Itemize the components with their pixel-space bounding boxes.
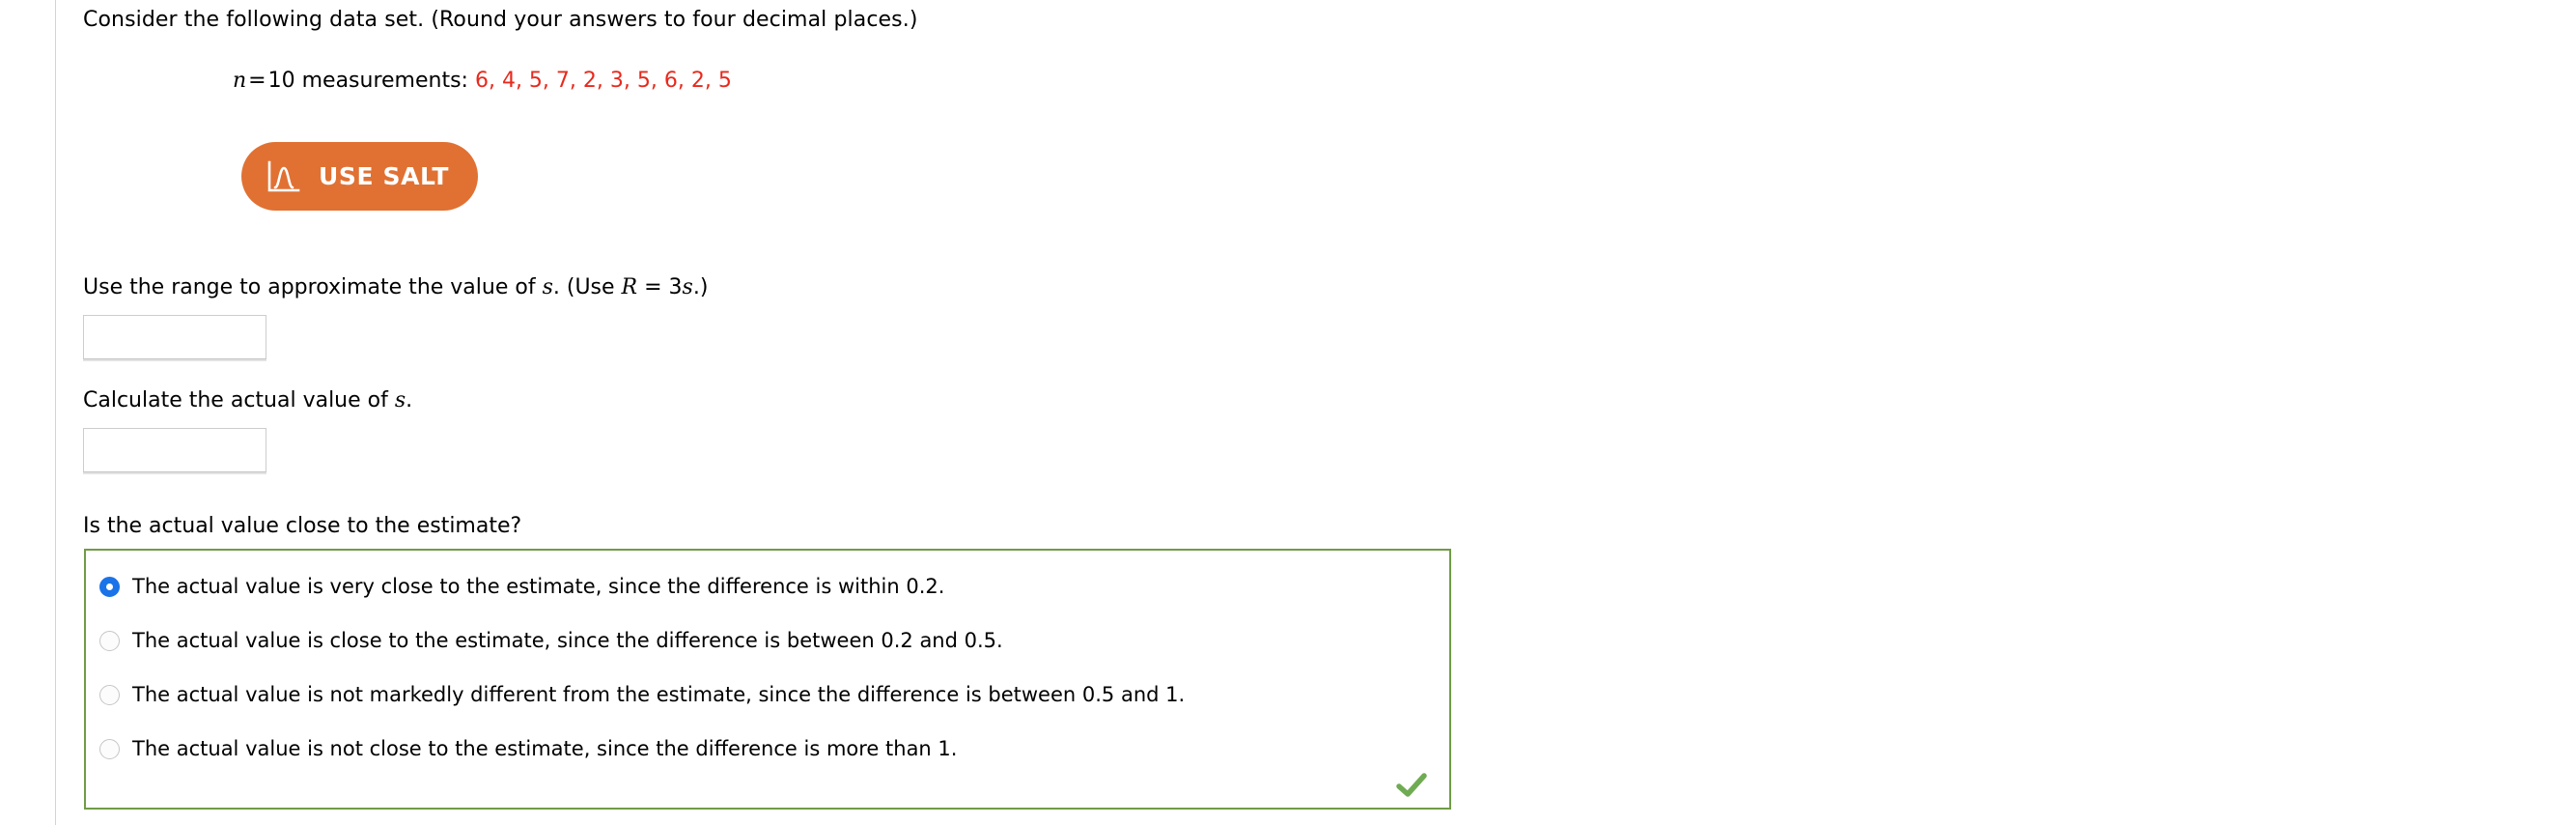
option-row-1[interactable]: The actual value is very close to the es… <box>99 572 944 601</box>
distribution-curve-icon <box>267 160 300 191</box>
option-label-2: The actual value is close to the estimat… <box>132 629 1003 652</box>
data-set-values: 6, 4, 5, 7, 2, 3, 5, 6, 2, 5 <box>474 69 732 93</box>
question-1-mid2: = 3 <box>637 275 683 299</box>
question-1-variable-r: R <box>621 275 638 299</box>
option-row-4[interactable]: The actual value is not close to the est… <box>99 734 957 763</box>
radio-button-3[interactable] <box>99 684 120 705</box>
question-2-variable-s: s <box>394 388 406 412</box>
question-1-label: Use the range to approximate the value o… <box>83 273 708 302</box>
question-2-suffix: . <box>406 388 413 412</box>
question-2-prefix: Calculate the actual value of <box>83 388 395 412</box>
measurements-label: 10 measurements: <box>267 69 468 93</box>
question-1-variable-s2: s <box>682 275 693 299</box>
question-1-variable-s: s <box>542 275 553 299</box>
radio-button-4[interactable] <box>99 738 120 759</box>
measurements-line: n=10 measurements: 6, 4, 5, 7, 2, 3, 5, … <box>233 67 732 96</box>
problem-intro-text: Consider the following data set. (Round … <box>83 8 918 32</box>
question-1-prefix: Use the range to approximate the value o… <box>83 275 543 299</box>
use-salt-button[interactable]: USE SALT <box>241 142 479 211</box>
question-3-label: Is the actual value close to the estimat… <box>83 514 522 538</box>
content-left-divider <box>55 0 56 825</box>
radio-button-2[interactable] <box>99 630 120 651</box>
question-1-suffix: .) <box>692 275 709 299</box>
green-check-icon <box>1396 773 1427 797</box>
sample-size-variable: n <box>233 69 247 93</box>
radio-button-1[interactable] <box>99 576 120 597</box>
equals-sign: = <box>248 69 266 93</box>
answer-input-range-estimate[interactable] <box>83 315 266 359</box>
option-label-1: The actual value is very close to the es… <box>132 575 945 598</box>
question-2-label: Calculate the actual value of s. <box>83 386 412 415</box>
use-salt-label: USE SALT <box>319 162 450 190</box>
option-row-3[interactable]: The actual value is not markedly differe… <box>99 680 1185 709</box>
multiple-choice-options-box: The actual value is very close to the es… <box>84 549 1451 810</box>
question-1-middle: . (Use <box>552 275 622 299</box>
option-label-4: The actual value is not close to the est… <box>132 737 958 760</box>
answer-input-actual-s[interactable] <box>83 428 266 472</box>
option-row-2[interactable]: The actual value is close to the estimat… <box>99 626 1003 655</box>
option-label-3: The actual value is not markedly differe… <box>132 683 1186 706</box>
problem-content: Consider the following data set. (Round … <box>83 0 2555 825</box>
